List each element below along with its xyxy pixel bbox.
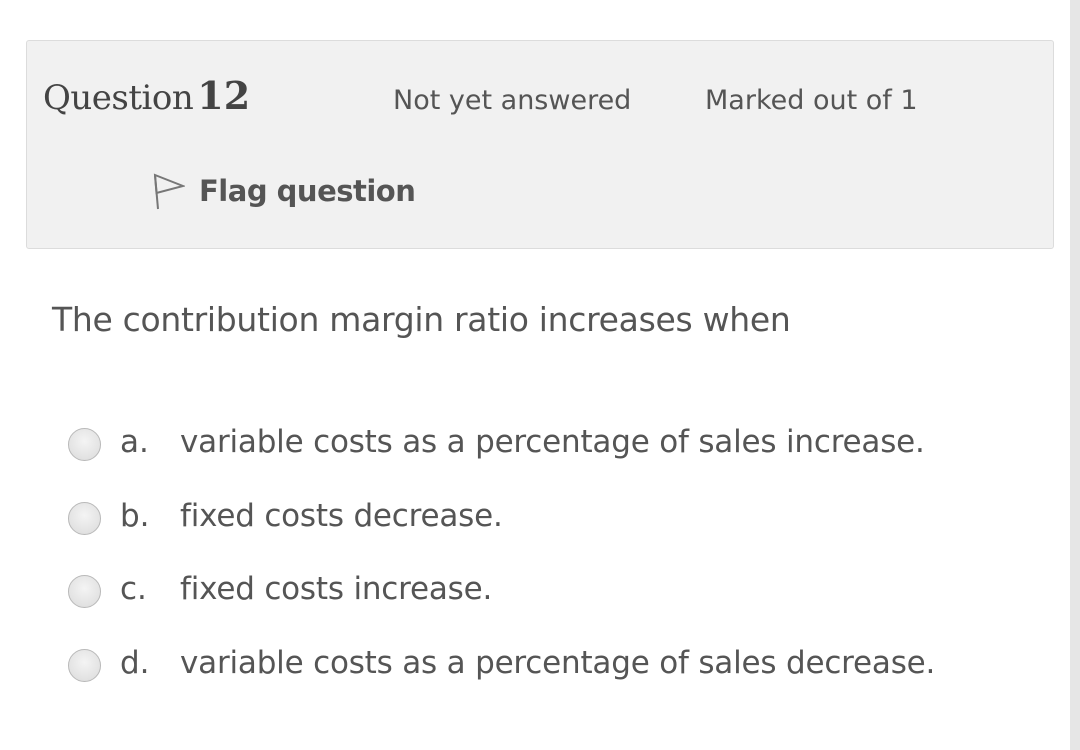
question-text: The contribution margin ratio increases … (52, 300, 791, 339)
answer-option-c[interactable]: c. fixed costs increase. (68, 565, 492, 639)
answer-letter: c. (120, 571, 147, 607)
flag-icon (147, 169, 187, 213)
answer-letter: b. (120, 497, 150, 534)
radio-button[interactable] (68, 501, 101, 535)
answer-option-b[interactable]: b. fixed costs decrease. (68, 492, 503, 566)
answer-text[interactable]: variable costs as a percentage of sales … (180, 424, 925, 460)
question-grade: Marked out of 1 (705, 85, 918, 116)
question-heading: Question 12 (43, 73, 250, 118)
answer-text[interactable]: fixed costs decrease. (180, 498, 503, 534)
radio-button[interactable] (68, 575, 101, 608)
radio-button[interactable] (68, 428, 101, 461)
answer-option-a[interactable]: a. variable costs as a percentage of sal… (68, 418, 925, 492)
answer-text[interactable]: fixed costs increase. (180, 571, 492, 607)
radio-button[interactable] (68, 648, 101, 682)
question-number: 12 (197, 73, 251, 118)
flag-question-label: Flag question (199, 174, 416, 208)
answer-option-d[interactable]: d. variable costs as a percentage of sal… (68, 639, 935, 713)
answer-text[interactable]: variable costs as a percentage of sales … (180, 645, 935, 681)
question-state: Not yet answered (393, 85, 632, 116)
question-info-panel: Question 12 Not yet answered Marked out o… (26, 40, 1054, 249)
flag-question-button[interactable]: Flag question (147, 169, 416, 213)
answer-letter: d. (120, 644, 150, 681)
answer-options: a. variable costs as a percentage of sal… (68, 418, 935, 713)
answer-letter: a. (120, 424, 149, 460)
page-scroll-edge (1070, 0, 1080, 750)
question-label: Question (43, 78, 194, 118)
